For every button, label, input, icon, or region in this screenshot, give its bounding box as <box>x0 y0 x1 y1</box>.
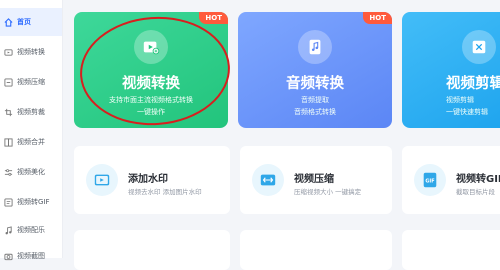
sidebar-item-video-beautify[interactable]: 视频美化 <box>0 158 62 186</box>
home-icon <box>4 17 13 27</box>
tool-card-partial[interactable] <box>240 230 392 270</box>
sidebar-item-video-convert[interactable]: 视频转换 <box>0 38 62 66</box>
video-convert-icon <box>134 30 168 64</box>
sidebar-item-label: 视频转换 <box>17 48 45 56</box>
sidebar-item-label: 视频压缩 <box>17 78 45 86</box>
card-subtitle: 音频格式转换 <box>294 108 336 116</box>
crop-icon <box>4 108 13 117</box>
sidebar-item-label: 视频合并 <box>17 138 45 146</box>
sidebar-item-label: 视频转GIF <box>17 198 50 206</box>
add-watermark-card[interactable]: 添加水印 视频去水印 添加图片水印 <box>74 146 230 214</box>
tool-card-subtitle: 压缩视频大小 一键搞定 <box>294 188 362 196</box>
gif-icon <box>4 197 13 207</box>
video-compress-card[interactable]: 视频压缩 压缩视频大小 一键搞定 <box>240 146 392 214</box>
sidebar-item-video-to-gif[interactable]: 视频转GIF <box>0 188 62 216</box>
sidebar-item-video-compress[interactable]: 视频压缩 <box>0 68 62 96</box>
watermark-icon <box>86 164 118 196</box>
tool-card-partial[interactable] <box>402 230 500 270</box>
video-convert-card[interactable]: HOT 视频转换 支持市面主流视频格式转换 一键操作 <box>74 12 228 128</box>
sidebar-item-label: 视频截图 <box>17 252 45 260</box>
tool-card-partial[interactable] <box>74 230 230 270</box>
sidebar-item-label: 首页 <box>17 18 31 26</box>
sidebar-item-label: 视频剪裁 <box>17 108 45 116</box>
tool-card-title: 添加水印 <box>128 174 168 185</box>
sidebar-item-label: 视频美化 <box>17 168 45 176</box>
card-subtitle: 音频提取 <box>301 96 329 104</box>
sidebar: 首页 视频转换 视频压缩 视频剪裁 视频合并 视频美化 视频转GIF 视频配乐 … <box>0 0 63 260</box>
video-edit-card[interactable]: 视频剪辑 视频剪辑 一键快速剪辑 <box>402 12 500 128</box>
svg-text:GIF: GIF <box>425 179 434 185</box>
card-subtitle: 支持市面主流视频格式转换 <box>109 96 193 104</box>
sidebar-item-video-merge[interactable]: 视频合并 <box>0 128 62 156</box>
hot-badge: HOT <box>199 12 228 24</box>
tool-card-title: 视频转GIF <box>456 174 500 185</box>
card-subtitle: 一键操作 <box>137 108 165 116</box>
gif-icon: GIF <box>414 164 446 196</box>
audio-convert-icon <box>298 30 332 64</box>
sidebar-item-home[interactable]: 首页 <box>0 8 62 36</box>
card-subtitle: 一键快速剪辑 <box>446 108 488 116</box>
card-title: 视频转换 <box>122 76 180 92</box>
card-title: 音频转换 <box>286 76 344 92</box>
hot-badge: HOT <box>363 12 392 24</box>
screenshot-icon <box>4 252 13 261</box>
music-icon <box>4 225 13 235</box>
audio-convert-card[interactable]: HOT 音频转换 音频提取 音频格式转换 <box>238 12 392 128</box>
compress-icon <box>4 77 13 87</box>
video-compress-icon <box>252 164 284 196</box>
video-edit-icon <box>462 30 496 64</box>
tool-card-title: 视频压缩 <box>294 174 334 185</box>
sidebar-item-video-music[interactable]: 视频配乐 <box>0 216 62 244</box>
video-to-gif-card[interactable]: GIF 视频转GIF 截取目标片段 <box>402 146 500 214</box>
beautify-icon <box>4 168 13 177</box>
sidebar-item-label: 视频配乐 <box>17 226 45 234</box>
tool-card-subtitle: 截取目标片段 <box>456 188 495 196</box>
tool-card-subtitle: 视频去水印 添加图片水印 <box>128 188 202 196</box>
card-subtitle: 视频剪辑 <box>446 96 474 104</box>
convert-icon <box>4 48 13 57</box>
merge-icon <box>4 137 13 147</box>
card-title: 视频剪辑 <box>446 76 500 92</box>
sidebar-item-video-screenshot[interactable]: 视频截图 <box>0 242 62 270</box>
sidebar-item-video-crop[interactable]: 视频剪裁 <box>0 98 62 126</box>
